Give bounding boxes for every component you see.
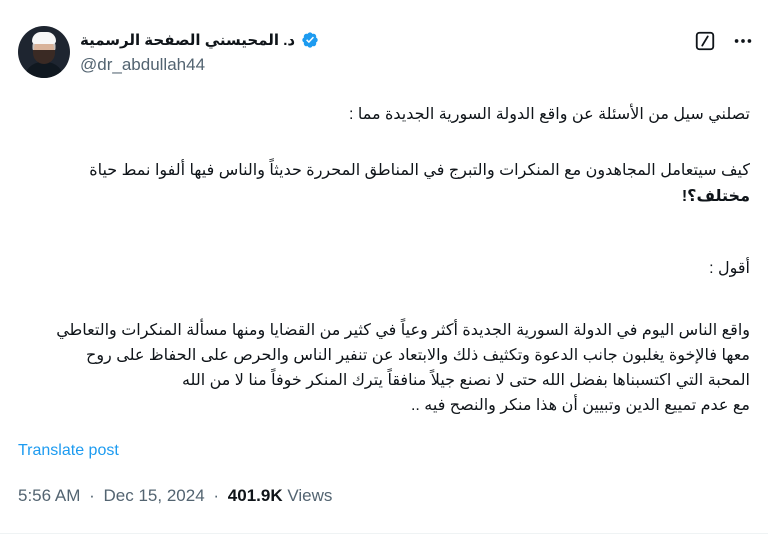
verified-badge-icon — [301, 31, 319, 49]
author-handle[interactable]: @dr_abdullah44 — [80, 55, 205, 75]
views-count[interactable]: 401.9K — [228, 486, 283, 505]
views-label: Views — [287, 486, 333, 505]
author-name-row: د. المحيسني الصفحة الرسمية — [80, 29, 319, 51]
author-display-name[interactable]: د. المحيسني الصفحة الرسمية — [80, 31, 295, 49]
avatar[interactable] — [18, 26, 70, 78]
post-paragraph-4: واقع الناس اليوم في الدولة السورية الجدي… — [18, 318, 750, 418]
post-date[interactable]: Dec 15, 2024 — [104, 486, 205, 505]
meta-separator: · — [89, 486, 95, 505]
post-paragraph-4-line-4: مع عدم تمييع الدين وتبيين أن هذا منكر وا… — [410, 397, 750, 414]
more-icon[interactable] — [732, 30, 754, 52]
post-header: د. المحيسني الصفحة الرسمية @dr_abdullah4… — [18, 24, 754, 84]
post-paragraph-1: تصلني سيل من الأسئلة عن واقع الدولة السو… — [348, 106, 750, 123]
post-paragraph-3: أقول : — [709, 260, 750, 277]
post-paragraph-4-line-3: المحبة التي اكتسبناها بفضل الله حتى لا ن… — [181, 372, 750, 389]
translate-post-link[interactable]: Translate post — [18, 442, 119, 460]
grok-icon[interactable] — [694, 30, 716, 52]
post-meta: 5:56 AM · Dec 15, 2024 · 401.9K Views — [18, 486, 332, 506]
post-paragraph-2: كيف سيتعامل المجاهدون مع المنكرات والتبر… — [18, 158, 750, 210]
post-paragraph-2-line-1: كيف سيتعامل المجاهدون مع المنكرات والتبر… — [89, 162, 750, 179]
post-paragraph-2-line-2: مختلف؟! — [681, 188, 750, 205]
post-actions — [694, 30, 754, 52]
post-paragraph-4-line-2: معها فالإخوة يغلبون جانب الدعوة وتكثيف ذ… — [86, 347, 750, 364]
post-time[interactable]: 5:56 AM — [18, 486, 80, 505]
post-paragraph-4-line-1: واقع الناس اليوم في الدولة السورية الجدي… — [56, 322, 750, 339]
meta-separator: · — [213, 486, 220, 505]
